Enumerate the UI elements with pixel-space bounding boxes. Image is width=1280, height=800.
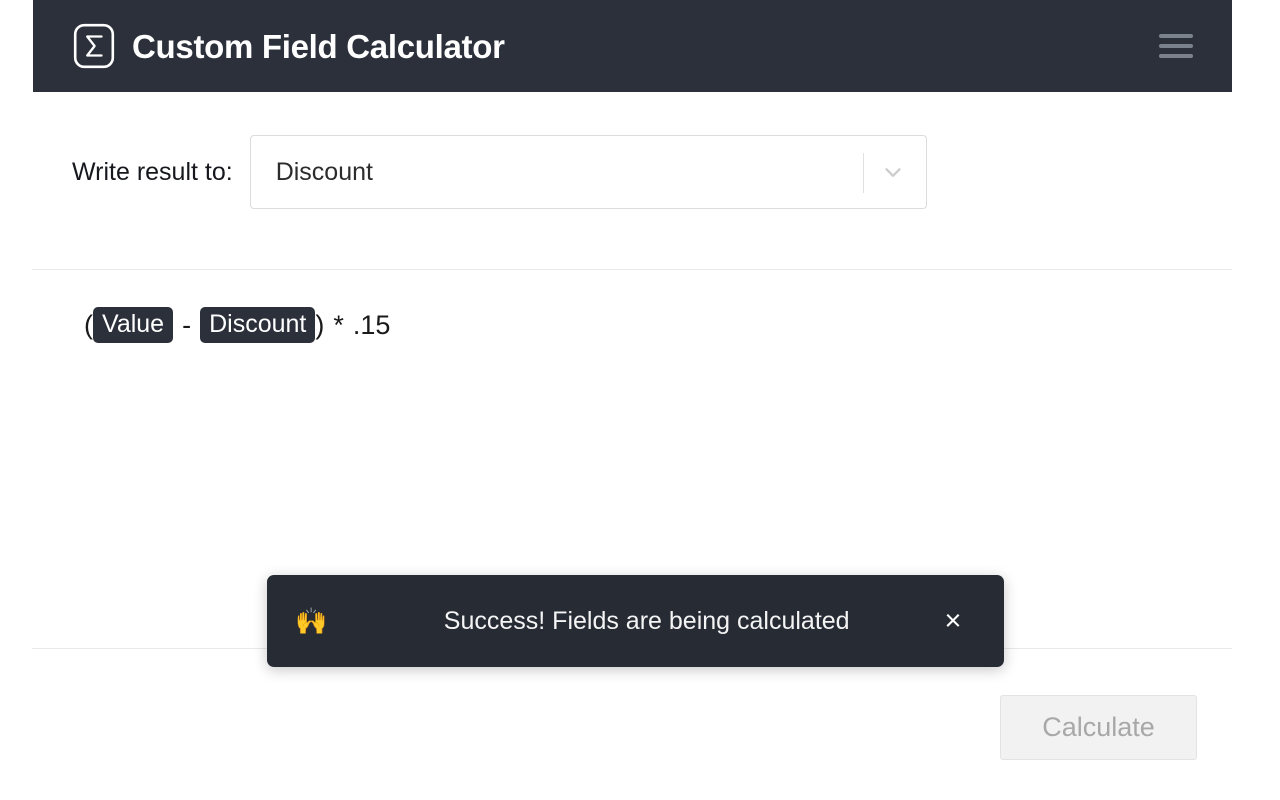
calculate-button[interactable]: Calculate [1000,695,1197,760]
close-icon[interactable]: × [936,604,970,638]
write-result-row: Write result to: Discount [72,135,927,209]
formula-number: .15 [352,309,391,340]
formula-operator-minus: - [182,309,192,340]
formula-expression[interactable]: ( Value - Discount ) * .15 [84,307,390,343]
select-separator [862,153,864,193]
raising-hands-emoji-icon: 🙌 [295,606,328,636]
hamburger-menu-icon[interactable] [1156,26,1196,66]
formula-close-paren: ) [315,309,325,340]
formula-token-discount[interactable]: Discount [200,307,316,343]
main-content: Write result to: Discount ( Value - Disc… [0,92,1280,800]
divider-top [32,269,1232,270]
formula-open-paren: ( [84,309,93,340]
chevron-down-icon[interactable] [876,155,910,189]
hamburger-bar [1159,34,1193,38]
success-toast: 🙌 Success! Fields are being calculated × [267,575,1004,667]
formula-token-value[interactable]: Value [93,307,174,343]
target-field-select[interactable]: Discount [249,135,927,209]
page-title: Custom Field Calculator [132,27,505,65]
app-brand: Custom Field Calculator [73,23,1156,69]
sigma-icon [73,23,115,69]
target-field-value: Discount [275,157,373,186]
app-window: Custom Field Calculator Write result to:… [0,0,1280,800]
write-result-label: Write result to: [72,157,233,186]
hamburger-bar [1159,44,1193,48]
app-header: Custom Field Calculator [33,0,1232,92]
toast-message: Success! Fields are being calculated [443,606,850,635]
formula-operator-multiply: * [333,309,344,340]
hamburger-bar [1159,54,1193,58]
